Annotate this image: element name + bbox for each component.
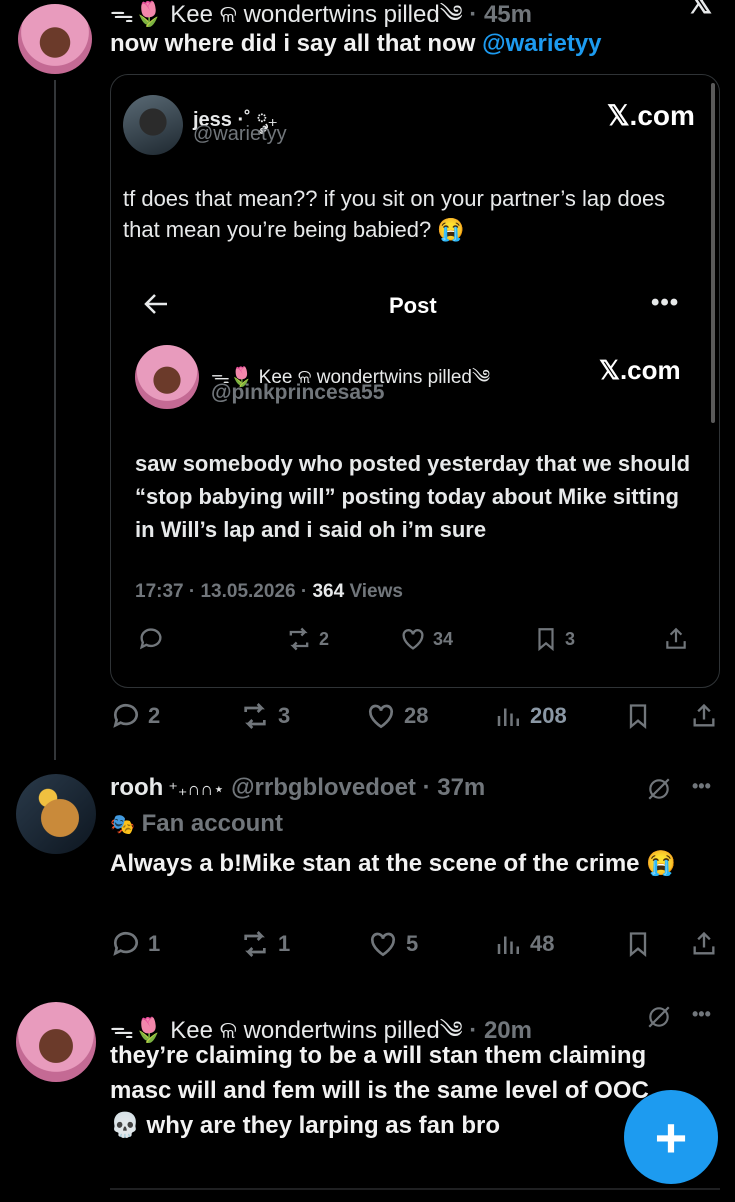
share-icon bbox=[693, 931, 715, 955]
quote-card[interactable]: jess ·˚ ༘₊ @warietyy 𝕏.com tf does that … bbox=[110, 74, 720, 688]
bookmark-icon bbox=[538, 628, 554, 652]
post-text: now where did i say all that now @wariet… bbox=[110, 26, 710, 61]
post-time[interactable]: · 45m bbox=[469, 1, 532, 28]
more-icon[interactable]: ••• bbox=[651, 289, 679, 317]
avatar-rooh[interactable] bbox=[16, 774, 96, 854]
scrollbar[interactable] bbox=[711, 83, 715, 423]
post2-more-icon[interactable]: ••• bbox=[692, 776, 711, 797]
post2-repost-button[interactable]: 1 bbox=[238, 928, 290, 960]
compose-button[interactable]: + bbox=[624, 1090, 718, 1184]
inner-share-button[interactable] bbox=[663, 625, 689, 653]
quote-text: tf does that mean?? if you sit on your p… bbox=[123, 186, 666, 242]
theater-masks-icon: 🎭 bbox=[110, 814, 135, 836]
heart-icon bbox=[402, 629, 424, 650]
grok-icon[interactable] bbox=[646, 776, 672, 807]
badge-label: Fan account bbox=[141, 810, 283, 837]
back-arrow-icon[interactable] bbox=[143, 293, 169, 320]
post2-reply-count: 1 bbox=[148, 931, 161, 956]
bookmark-icon bbox=[629, 704, 647, 729]
mention-link[interactable]: @warietyy bbox=[482, 30, 601, 57]
post2-header: rooh ⁺₊∩∩⋆ @rrbgblovedoet · 37m bbox=[110, 774, 485, 802]
post2-like-count: 5 bbox=[406, 931, 419, 956]
share-icon bbox=[666, 627, 686, 649]
inner-meta-time: 17:37 · 13.05.2026 · bbox=[135, 581, 313, 602]
inner-bookmark-count: 3 bbox=[565, 628, 576, 649]
views-button[interactable]: 208 bbox=[494, 700, 567, 732]
inner-repost-button[interactable]: 2 bbox=[285, 625, 329, 653]
inner-like-count: 34 bbox=[433, 628, 454, 649]
display-name[interactable]: ᯓ🌷 Kee ଳ wondertwins pilled bbox=[110, 1, 440, 28]
reply-icon bbox=[139, 628, 162, 650]
post3-more-icon[interactable]: ••• bbox=[692, 1004, 711, 1025]
post2-name-deco: ⁺₊∩∩⋆ bbox=[163, 779, 225, 799]
views-icon bbox=[497, 936, 519, 954]
thread-line bbox=[54, 80, 56, 760]
avatar-kee-post3[interactable] bbox=[16, 1002, 96, 1082]
inner-like-button[interactable]: 34 bbox=[399, 625, 453, 653]
like-count: 28 bbox=[404, 703, 429, 728]
quote-source[interactable]: 𝕏.com bbox=[607, 99, 695, 132]
quote-handle[interactable]: @warietyy bbox=[193, 123, 287, 146]
reply-icon bbox=[113, 703, 138, 728]
post3-text: they’re claiming to be a will stan them … bbox=[110, 1042, 649, 1139]
repost-button[interactable]: 3 bbox=[238, 700, 290, 732]
post2-text: Always a b!Mike stan at the scene of the… bbox=[110, 850, 677, 877]
bookmark-button[interactable] bbox=[624, 700, 652, 732]
post2-views-count: 48 bbox=[530, 931, 555, 956]
repost-count: 3 bbox=[278, 703, 291, 728]
repost-icon bbox=[289, 627, 309, 651]
repost-icon bbox=[244, 703, 266, 729]
views-icon bbox=[497, 708, 519, 726]
post2-bookmark-button[interactable] bbox=[624, 928, 652, 960]
heart-icon bbox=[370, 932, 396, 957]
reply-button[interactable]: 2 bbox=[110, 700, 160, 732]
avatar-kee[interactable] bbox=[18, 4, 92, 74]
like-button[interactable]: 28 bbox=[364, 700, 428, 732]
inner-views-label: Views bbox=[344, 581, 403, 602]
share-icon bbox=[693, 703, 715, 727]
share-button[interactable] bbox=[690, 700, 718, 732]
post2-display-name[interactable]: rooh bbox=[110, 774, 163, 801]
inner-source[interactable]: 𝕏.com bbox=[599, 355, 681, 386]
post2-share-button[interactable] bbox=[690, 928, 718, 960]
post2-reply-button[interactable]: 1 bbox=[110, 928, 160, 960]
inner-repost-count: 2 bbox=[319, 628, 330, 649]
inner-post-title: Post bbox=[389, 293, 437, 318]
post2-time[interactable]: · 37m bbox=[423, 774, 486, 801]
reply-icon bbox=[113, 931, 138, 956]
post3-grok-icon[interactable] bbox=[646, 1004, 672, 1035]
views-count: 208 bbox=[530, 703, 567, 728]
inner-meta: 17:37 · 13.05.2026 · 364 Views bbox=[135, 581, 403, 603]
reply-count: 2 bbox=[148, 703, 161, 728]
fan-account-badge: 🎭 Fan account bbox=[110, 810, 283, 838]
avatar-inner-kee[interactable] bbox=[135, 345, 199, 409]
close-button[interactable]: 𝕏 bbox=[688, 0, 712, 21]
plus-icon: + bbox=[654, 1105, 688, 1169]
inner-reply-button[interactable] bbox=[137, 625, 165, 653]
repost-icon bbox=[244, 931, 266, 957]
inner-text: saw somebody who posted yesterday that w… bbox=[135, 451, 691, 542]
inner-handle[interactable]: @pinkprincesa55 bbox=[211, 381, 384, 405]
inner-bookmark-button[interactable]: 3 bbox=[533, 625, 575, 653]
post2-handle[interactable]: @rrbgblovedoet bbox=[231, 774, 416, 801]
post2-repost-count: 1 bbox=[278, 931, 291, 956]
name-emoji: ༄ bbox=[439, 1, 463, 28]
post2-like-button[interactable]: 5 bbox=[366, 928, 418, 960]
post-text-body: now where did i say all that now bbox=[110, 30, 483, 57]
bookmark-icon bbox=[629, 932, 647, 957]
post2-views-button[interactable]: 48 bbox=[494, 928, 554, 960]
avatar-jess[interactable] bbox=[123, 95, 183, 155]
heart-icon bbox=[368, 704, 394, 729]
inner-views-count: 364 bbox=[312, 581, 345, 602]
